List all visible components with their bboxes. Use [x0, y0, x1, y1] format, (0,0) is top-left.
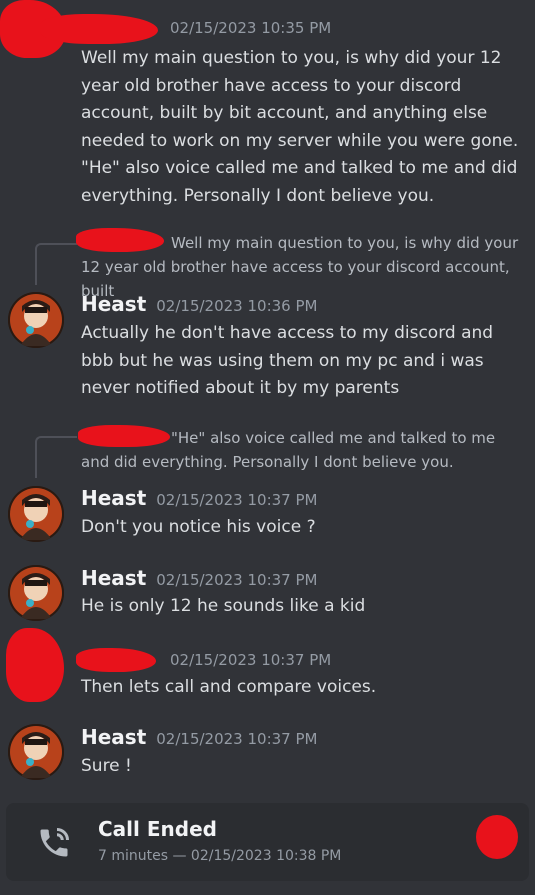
message-line: "He" also voice called me and talked to …	[81, 158, 518, 206]
redacted-avatar	[6, 628, 64, 702]
message-timestamp: 02/15/2023 10:35 PM	[170, 19, 332, 37]
avatar-image	[8, 724, 64, 780]
avatar-image	[8, 565, 64, 621]
message-timestamp: 02/15/2023 10:37 PM	[170, 651, 332, 669]
message-line: Well my main question to you, is why did…	[81, 48, 519, 151]
message-timestamp: 02/15/2023 10:37 PM	[156, 491, 318, 509]
message-text: Actually he don't have access to my disc…	[81, 323, 494, 398]
message-timestamp: 02/15/2023 10:36 PM	[156, 297, 318, 315]
reply-connector	[35, 243, 77, 285]
avatar-image	[8, 486, 64, 542]
author-name[interactable]: Heast	[81, 292, 146, 316]
message-text: Then lets call and compare voices.	[81, 677, 377, 697]
author-name[interactable]: Heast	[81, 725, 146, 749]
message-text: Don't you notice his voice ?	[81, 517, 316, 537]
avatar-image	[8, 292, 64, 348]
call-ended-card: Call Ended 7 minutes — 02/15/2023 10:38 …	[6, 803, 529, 881]
reply-preview[interactable]: "He" also voice called me and talked to …	[81, 426, 521, 474]
message-text: He is only 12 he sounds like a kid	[81, 596, 366, 616]
message-text: Well my main question to you, is why did…	[81, 45, 521, 210]
avatar[interactable]	[8, 292, 64, 348]
message-timestamp: 02/15/2023 10:37 PM	[156, 730, 318, 748]
author-name[interactable]: Heast	[81, 486, 146, 510]
avatar[interactable]	[8, 565, 64, 621]
redacted-participant-avatar	[476, 815, 518, 859]
call-duration: 7 minutes — 02/15/2023 10:38 PM	[98, 848, 342, 864]
call-title: Call Ended	[98, 817, 217, 841]
author-name[interactable]: Heast	[81, 566, 146, 590]
avatar[interactable]	[8, 486, 64, 542]
message-text: Sure !	[81, 756, 132, 776]
message-timestamp: 02/15/2023 10:37 PM	[156, 571, 318, 589]
phone-call-icon	[40, 828, 69, 857]
reply-connector	[35, 436, 77, 478]
avatar[interactable]	[8, 724, 64, 780]
